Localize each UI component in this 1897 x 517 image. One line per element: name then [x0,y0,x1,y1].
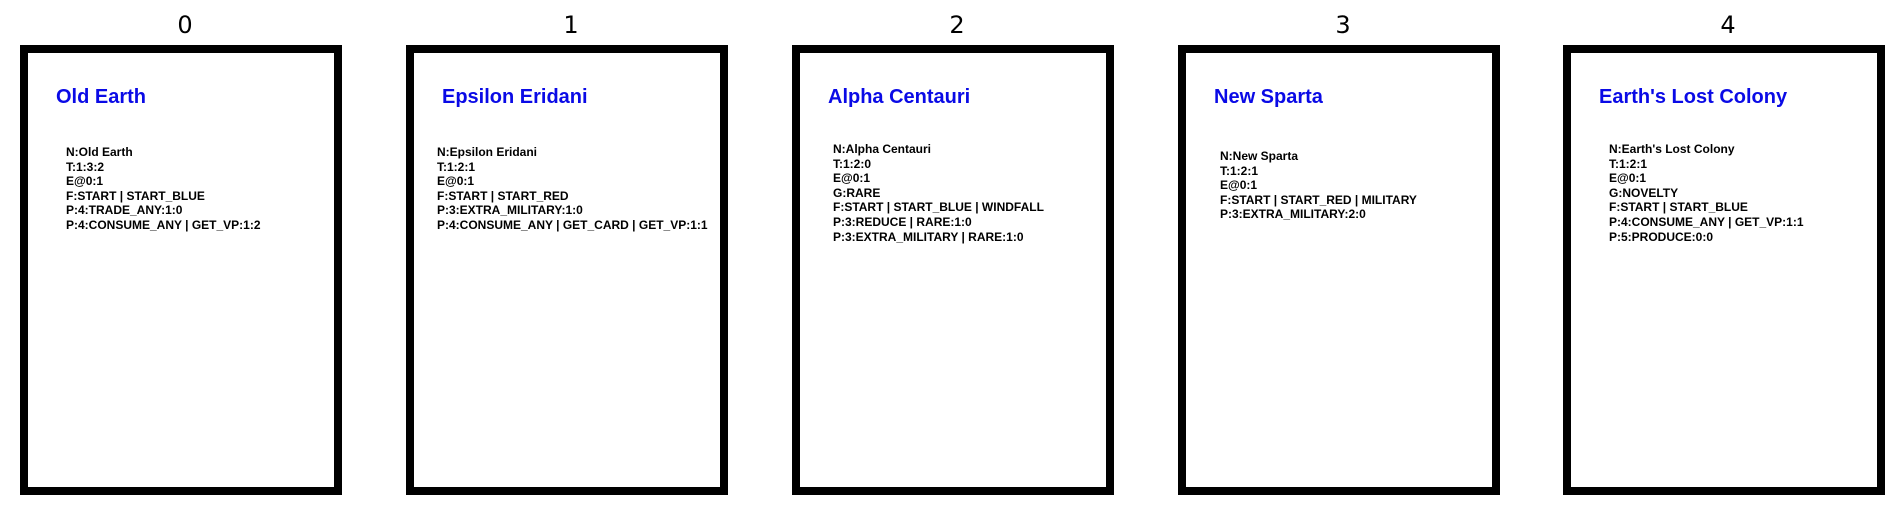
card-line: F:START | START_BLUE [1609,200,1748,215]
card-text-block: N:Alpha Centauri T:1:2:0 E@0:1 G:RARE F:… [833,142,1044,244]
panel-index-label: 2 [949,11,965,39]
panel-index-label: 1 [563,11,579,39]
card-title: Epsilon Eridani [442,86,588,108]
card-line: T:1:3:2 [66,159,105,174]
card-line: P:3:REDUCE | RARE:1:0 [833,214,972,229]
card-line: F:START | START_RED | MILITARY [1220,192,1417,207]
card-frame: Epsilon Eridani N:Epsilon Eridani T:1:2:… [406,45,728,495]
card-line: E@0:1 [1609,171,1647,186]
card-line: P:4:CONSUME_ANY | GET_VP:1:2 [66,217,261,232]
card-line: F:START | START_RED [437,188,569,203]
card-line: T:1:2:1 [437,159,476,174]
card-line: N:Alpha Centauri [833,142,932,156]
card-frame: New Sparta N:New Sparta T:1:2:1 E@0:1 F:… [1178,45,1500,495]
card-title: Alpha Centauri [828,86,971,108]
card-line: E@0:1 [66,174,104,189]
card-frame: Old Earth N:Old Earth T:1:3:2 E@0:1 F:ST… [20,45,342,495]
card-line: T:1:2:1 [1609,156,1648,171]
card-panel-4: 4 Earth's Lost Colony N:Earth's Lost Col… [1563,0,1893,500]
card-text-block: N:New Sparta T:1:2:1 E@0:1 F:START | STA… [1220,149,1417,222]
card-line: P:5:PRODUCE:0:0 [1609,229,1714,244]
card-line: P:4:CONSUME_ANY | GET_CARD | GET_VP:1:1 [437,217,708,232]
card-line: T:1:2:1 [1220,163,1259,178]
card-panel-0: 0 Old Earth N:Old Earth T:1:3:2 E@0:1 F:… [20,0,350,500]
panel-index-label: 3 [1335,11,1351,39]
card-text-block: N:Epsilon Eridani T:1:2:1 E@0:1 F:START … [437,145,708,233]
card-frame: Alpha Centauri N:Alpha Centauri T:1:2:0 … [792,45,1114,495]
card-line: N:Earth's Lost Colony [1609,142,1735,156]
panel-index-label: 0 [177,11,193,39]
card-title: Earth's Lost Colony [1599,86,1788,108]
card-line: E@0:1 [1220,178,1258,193]
card-line: P:3:EXTRA_MILITARY | RARE:1:0 [833,229,1024,244]
card-line: P:4:CONSUME_ANY | GET_VP:1:1 [1609,214,1804,229]
card-line: F:START | START_BLUE [66,188,205,203]
card-line: P:3:EXTRA_MILITARY:2:0 [1220,207,1366,222]
card-line: P:3:EXTRA_MILITARY:1:0 [437,203,583,218]
card-line: E@0:1 [437,174,475,189]
card-panel-1: 1 Epsilon Eridani N:Epsilon Eridani T:1:… [406,0,736,500]
card-text-block: N:Earth's Lost Colony T:1:2:1 E@0:1 G:NO… [1609,142,1804,244]
card-line: E@0:1 [833,171,871,186]
card-line: N:Old Earth [66,145,133,159]
card-title: Old Earth [56,86,147,108]
card-frame: Earth's Lost Colony N:Earth's Lost Colon… [1563,45,1885,495]
panel-index-label: 4 [1720,11,1736,39]
card-line: T:1:2:0 [833,156,872,171]
card-line: N:Epsilon Eridani [437,145,538,159]
card-line: G:NOVELTY [1609,185,1679,200]
card-line: N:New Sparta [1220,149,1299,163]
card-text-block: N:Old Earth T:1:3:2 E@0:1 F:START | STAR… [66,145,261,233]
card-panel-3: 3 New Sparta N:New Sparta T:1:2:1 E@0:1 … [1178,0,1508,500]
card-line: G:RARE [833,185,881,200]
card-line: P:4:TRADE_ANY:1:0 [66,203,183,218]
card-line: F:START | START_BLUE | WINDFALL [833,200,1044,215]
card-title: New Sparta [1214,86,1323,108]
card-panel-2: 2 Alpha Centauri N:Alpha Centauri T:1:2:… [792,0,1122,500]
